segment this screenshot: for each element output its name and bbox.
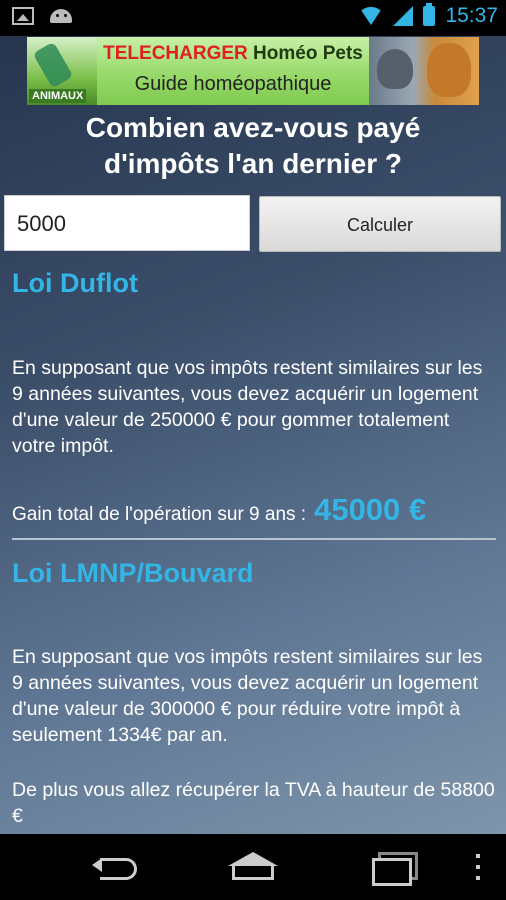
signal-icon <box>393 6 414 26</box>
section-divider <box>12 538 496 540</box>
battery-icon <box>423 3 436 26</box>
tax-amount-input[interactable]: 5000 <box>4 195 250 251</box>
duflot-gain: Gain total de l'opération sur 9 ans : 45… <box>12 492 496 528</box>
banner-title-red: TELECHARGER <box>103 43 248 64</box>
recent-apps-icon[interactable] <box>372 852 418 886</box>
remedy-bottle-icon <box>32 41 74 89</box>
wifi-icon <box>359 7 384 25</box>
cat-icon <box>377 49 413 89</box>
ad-banner[interactable]: ANIMAUX TELECHARGER Homéo Pets Guide hom… <box>27 37 479 105</box>
question-line-2: d'impôts l'an dernier ? <box>103 148 403 179</box>
banner-animals-image: ANIMAUX <box>27 37 97 105</box>
gain-value: 45000 € <box>314 492 427 527</box>
duflot-title: Loi Duflot <box>12 268 138 298</box>
menu-icon[interactable] <box>474 854 482 882</box>
home-icon[interactable] <box>228 852 278 880</box>
lmnp-text: En supposant que vos impôts restent simi… <box>12 646 483 746</box>
calculate-button[interactable]: Calculer <box>259 196 501 252</box>
question-heading: Combien avez-vous payé d'impôts l'an der… <box>0 110 506 182</box>
status-clock: 15:37 <box>445 4 498 27</box>
banner-title-dark: Homéo Pets <box>253 43 363 64</box>
navigation-bar <box>0 834 506 900</box>
android-notification-icon <box>48 7 74 25</box>
status-bar: 15:37 <box>0 0 506 36</box>
question-line-1: Combien avez-vous payé <box>85 112 421 143</box>
gain-label: Gain total de l'opération sur 9 ans : <box>12 504 307 525</box>
app-content: ANIMAUX TELECHARGER Homéo Pets Guide hom… <box>0 36 506 834</box>
image-notification-icon <box>12 7 34 25</box>
banner-pets-image <box>369 37 479 105</box>
banner-title: TELECHARGER Homéo Pets <box>97 43 369 65</box>
duflot-text: En supposant que vos impôts restent simi… <box>12 357 483 457</box>
back-icon[interactable] <box>92 856 137 880</box>
dog-icon <box>427 43 471 97</box>
lmnp-text-2: De plus vous allez récupérer la TVA à ha… <box>12 779 495 827</box>
banner-left-label: ANIMAUX <box>29 89 87 103</box>
banner-subtitle: Guide homéopathique <box>134 73 332 95</box>
lmnp-title: Loi LMNP/Bouvard <box>12 558 254 588</box>
